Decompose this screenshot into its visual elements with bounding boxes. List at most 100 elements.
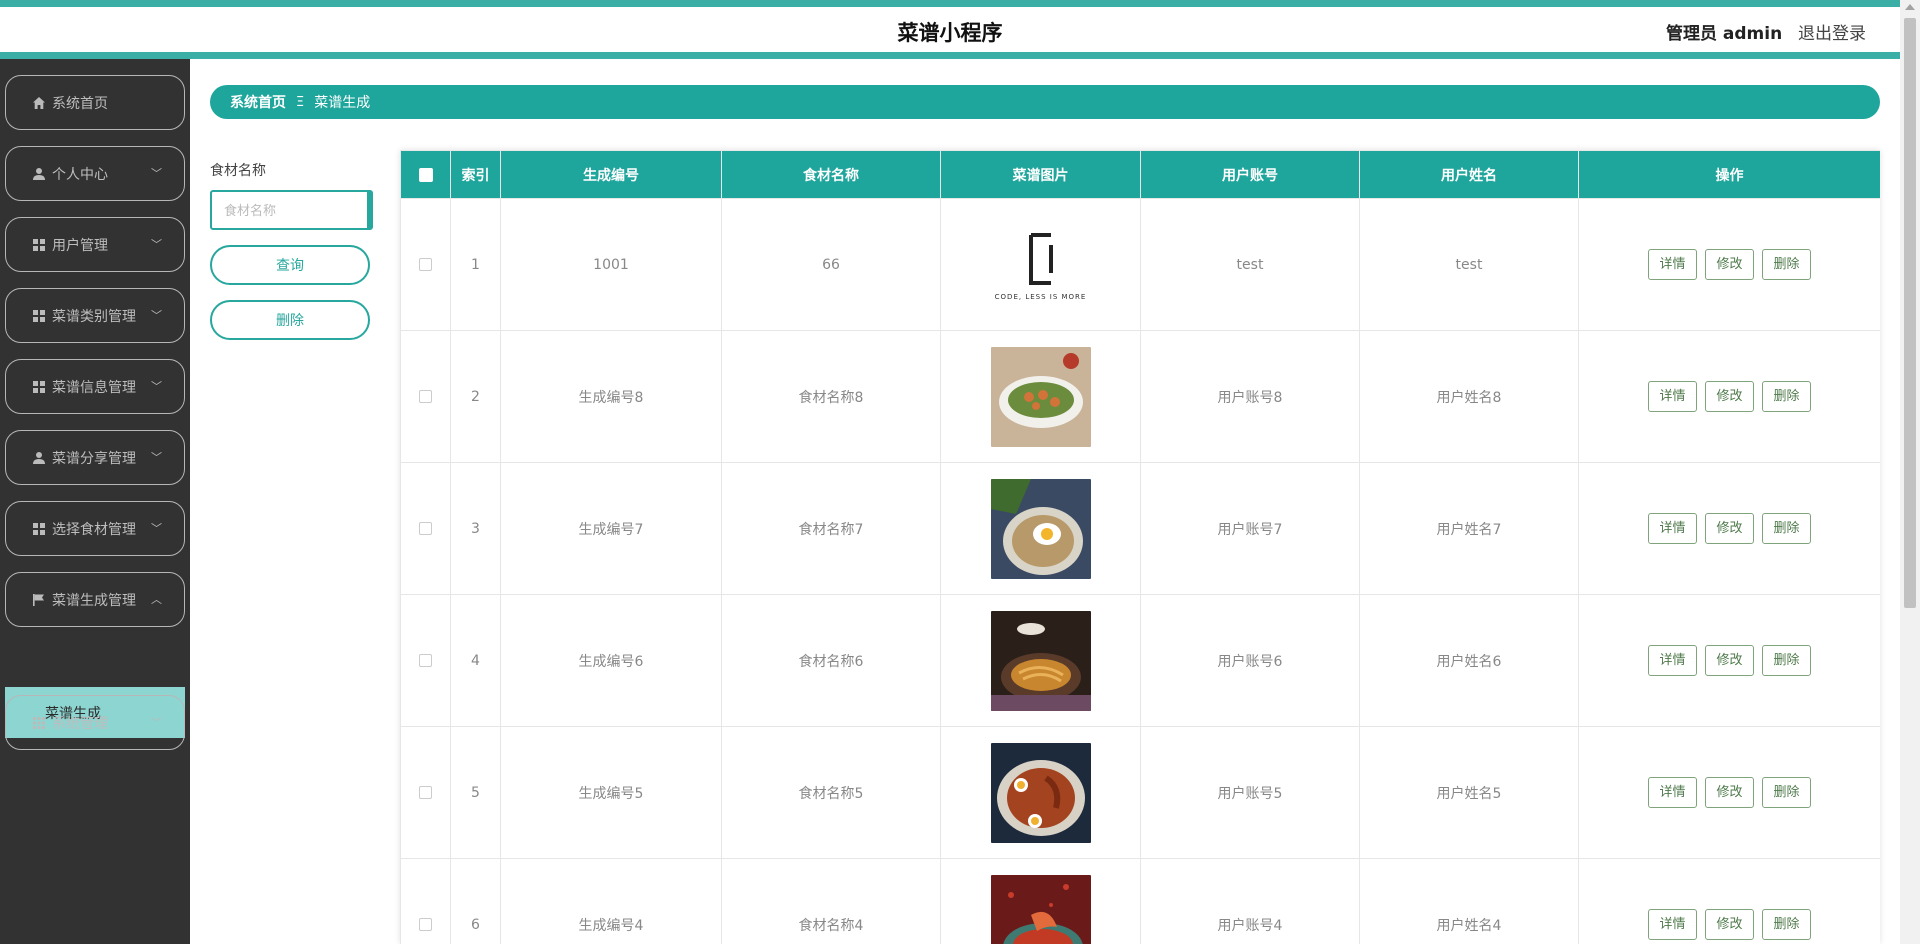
chevron-down-icon: ﹀ — [151, 167, 162, 180]
cell-actions: 详情 修改 删除 — [1578, 330, 1880, 463]
delete-button[interactable]: 删除 — [1762, 777, 1811, 808]
row-checkbox[interactable] — [419, 258, 432, 271]
chevron-down-icon: ﹀ — [151, 380, 162, 393]
row-checkbox[interactable] — [419, 654, 432, 667]
sidebar-item-system[interactable]: 系统管理 ﹀ — [5, 695, 185, 750]
delete-button[interactable]: 删除 — [1762, 513, 1811, 544]
edit-button[interactable]: 修改 — [1705, 513, 1754, 544]
edit-button[interactable]: 修改 — [1705, 249, 1754, 280]
logout-link[interactable]: 退出登录 — [1798, 19, 1866, 44]
user-icon — [32, 451, 46, 465]
cell-account: 用户账号7 — [1140, 462, 1360, 595]
detail-button[interactable]: 详情 — [1648, 513, 1697, 544]
delete-button[interactable]: 删除 — [1762, 249, 1811, 280]
sidebar-item-label: 用户管理 — [52, 237, 108, 254]
breadcrumb-current: 菜谱生成 — [314, 95, 371, 111]
cell-actions: 详情 修改 删除 — [1578, 198, 1880, 331]
breadcrumb-home[interactable]: 系统首页 — [230, 92, 286, 112]
sidebar-item-recipe-category[interactable]: 菜谱类别管理 ﹀ — [5, 288, 185, 343]
detail-button[interactable]: 详情 — [1648, 381, 1697, 412]
header-bar: 菜谱小程序 管理员 admin 退出登录 — [0, 7, 1920, 52]
delete-button[interactable]: 删除 — [1762, 381, 1811, 412]
column-header: 用户账号 — [1140, 150, 1360, 199]
cell-index: 2 — [450, 330, 501, 463]
ingredient-name-label: 食材名称 — [210, 163, 266, 179]
cell-name: 用户姓名4 — [1359, 858, 1579, 944]
scrollbar-thumb[interactable] — [1904, 18, 1916, 608]
ingredient-name-input[interactable] — [210, 190, 373, 230]
sidebar-item-ingredient-select[interactable]: 选择食材管理 ﹀ — [5, 501, 185, 556]
scroll-up-arrow-icon[interactable] — [1905, 4, 1915, 10]
flag-icon — [32, 593, 46, 607]
cell-account: 用户账号5 — [1140, 726, 1360, 859]
column-header: 用户姓名 — [1359, 150, 1579, 199]
page-scrollbar[interactable] — [1900, 0, 1920, 944]
recipe-image-dish-green — [990, 346, 1091, 447]
chevron-down-icon: ﹀ — [151, 522, 162, 535]
table-row: 4 生成编号6 食材名称6 用户账号6 用户姓名6 详情 修改删除 — [400, 594, 1880, 727]
detail-button[interactable]: 详情 — [1648, 777, 1697, 808]
breadcrumb-separator: Ξ — [296, 94, 305, 110]
sidebar-item-label: 系统首页 — [52, 95, 108, 112]
header-bottom-strip — [0, 52, 1900, 59]
cell-code: 生成编号8 — [500, 330, 722, 463]
chevron-down-icon: ﹀ — [151, 309, 162, 322]
edit-button[interactable]: 修改 — [1705, 381, 1754, 412]
cell-name: 用户姓名5 — [1359, 726, 1579, 859]
cell-ingredient: 食材名称4 — [721, 858, 941, 944]
recipe-image-dish-rice-egg — [990, 478, 1091, 579]
cell-ingredient: 食材名称5 — [721, 726, 941, 859]
sidebar-item-label: 菜谱类别管理 — [52, 308, 136, 325]
edit-button[interactable]: 修改 — [1705, 909, 1754, 940]
chevron-down-icon: ﹀ — [151, 451, 162, 464]
detail-button[interactable]: 详情 — [1648, 249, 1697, 280]
cell-actions: 详情 修改 删除 — [1578, 726, 1880, 859]
table-row: 6 生成编号4 食材名称4 用户账号4 用户姓名4 详情 修改 删除 — [400, 858, 1880, 944]
table-row: 2 生成编号8 食材名称8 用户账号8 用户姓名8 详情 修改 删除 — [400, 330, 1880, 463]
sidebar-item-label: 菜谱信息管理 — [52, 379, 136, 396]
cell-ingredient: 食材名称6 — [721, 594, 941, 727]
row-checkbox[interactable] — [419, 522, 432, 535]
cell-name: 用户姓名7 — [1359, 462, 1579, 595]
select-all-checkbox[interactable] — [418, 167, 433, 182]
logo-caption: CODE, LESS IS MORE — [994, 292, 1087, 301]
row-checkbox[interactable] — [419, 918, 432, 931]
sidebar-item-personal-center[interactable]: 个人中心 ﹀ — [5, 146, 185, 201]
row-checkbox[interactable] — [419, 390, 432, 403]
column-header: 菜谱图片 — [940, 150, 1141, 199]
detail-button[interactable]: 详情 — [1648, 645, 1697, 676]
detail-button[interactable]: 详情 — [1648, 909, 1697, 940]
sidebar-item-home[interactable]: 系统首页 — [5, 75, 185, 130]
cell-account: 用户账号8 — [1140, 330, 1360, 463]
cell-actions: 详情 修改 删除 — [1578, 858, 1880, 944]
delete-selected-button[interactable]: 删除 — [210, 300, 370, 340]
grid-icon — [32, 522, 46, 536]
row-checkbox[interactable] — [419, 786, 432, 799]
sidebar-item-user-management[interactable]: 用户管理 ﹀ — [5, 217, 185, 272]
cell-name: 用户姓名8 — [1359, 330, 1579, 463]
column-header: 食材名称 — [721, 150, 941, 199]
delete-button[interactable]: 删除 — [1762, 909, 1811, 940]
query-button[interactable]: 查询 — [210, 245, 370, 285]
chevron-up-icon: ︿ — [151, 593, 162, 606]
sidebar-item-recipe-share[interactable]: 菜谱分享管理 ﹀ — [5, 430, 185, 485]
cell-ingredient: 66 — [721, 198, 941, 331]
delete-button[interactable]: 删除 — [1762, 645, 1811, 676]
cell-index: 6 — [450, 858, 501, 944]
user-icon — [32, 167, 46, 181]
edit-button[interactable]: 修改 — [1705, 777, 1754, 808]
column-header: 索引 — [450, 150, 501, 199]
sidebar-item-recipe-info[interactable]: 菜谱信息管理 ﹀ — [5, 359, 185, 414]
edit-button[interactable]: 修改 — [1705, 645, 1754, 676]
code-logo-icon — [1028, 232, 1053, 285]
column-header: 操作 — [1578, 150, 1880, 199]
sidebar-item-label: 选择食材管理 — [52, 521, 136, 538]
cell-code: 生成编号7 — [500, 462, 722, 595]
sidebar-item-recipe-generate[interactable]: 菜谱生成管理 ︿ — [5, 572, 185, 627]
apps-icon — [32, 716, 46, 730]
cell-name: test — [1359, 198, 1579, 331]
cell-code: 生成编号6 — [500, 594, 722, 727]
grid-icon — [32, 309, 46, 323]
recipe-image-logo: CODE, LESS IS MORE — [991, 229, 1091, 301]
grid-icon — [32, 380, 46, 394]
